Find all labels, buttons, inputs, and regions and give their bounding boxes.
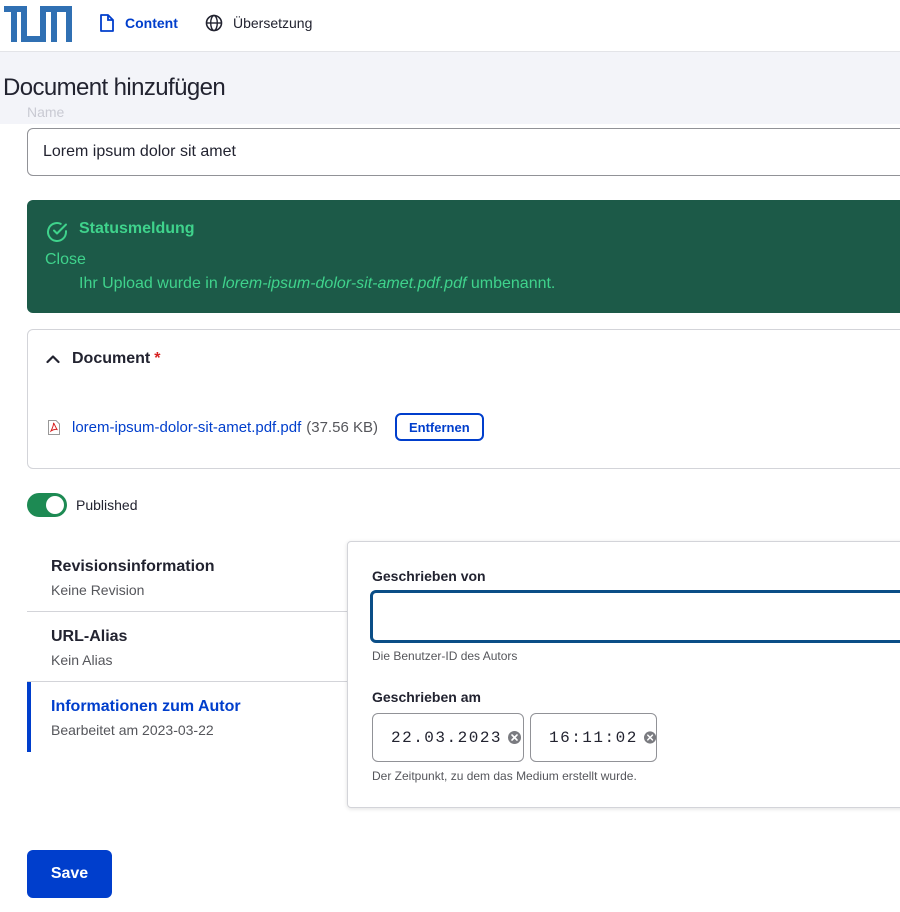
tab-author-information[interactable]: Informationen zum Autor Bearbeitet am 20… <box>27 682 348 752</box>
tab-summary: Keine Revision <box>51 582 145 598</box>
tab-title: Revisionsinformation <box>51 558 215 575</box>
written-on-description: Der Zeitpunkt, zu dem das Medium erstell… <box>372 769 637 783</box>
document-summary-toggle[interactable]: Document * <box>46 350 160 368</box>
name-input[interactable]: Lorem ipsum dolor sit amet <box>27 128 900 176</box>
top-toolbar: Content Übersetzung <box>0 0 900 52</box>
status-text-after: umbenannt. <box>466 275 556 292</box>
written-on-label: Geschrieben am <box>372 689 481 705</box>
written-by-label: Geschrieben von <box>372 568 486 584</box>
toolbar-translation-label: Übersetzung <box>233 15 313 31</box>
published-row: Published <box>27 493 138 517</box>
author-information-panel: Geschrieben von Die Benutzer-ID des Auto… <box>347 541 900 808</box>
pdf-file-icon <box>48 419 60 435</box>
tab-title: URL-Alias <box>51 628 128 645</box>
tum-logo[interactable] <box>4 6 72 42</box>
status-close-button[interactable]: Close <box>45 251 86 269</box>
status-filename: lorem-ipsum-dolor-sit-amet.pdf.pdf <box>222 275 467 292</box>
file-link[interactable]: lorem-ipsum-dolor-sit-amet.pdf.pdf <box>72 419 301 436</box>
status-text: Ihr Upload wurde in lorem-ipsum-dolor-si… <box>79 275 555 293</box>
date-value: 22.03.2023 <box>391 728 503 747</box>
tab-url-alias[interactable]: URL-Alias Kein Alias <box>27 612 348 682</box>
status-text-before: Ihr Upload wurde in <box>79 275 223 292</box>
tab-summary: Bearbeitet am 2023-03-22 <box>51 722 214 738</box>
published-toggle[interactable] <box>27 493 67 517</box>
name-field-label: Name <box>27 104 65 120</box>
status-message: Statusmeldung Close Ihr Upload wurde in … <box>27 200 900 313</box>
globe-icon <box>205 14 223 32</box>
date-input[interactable]: 22.03.2023 <box>372 713 524 762</box>
tab-title: Informationen zum Autor <box>51 698 241 715</box>
document-icon <box>100 14 114 32</box>
remove-button[interactable]: Entfernen <box>394 413 484 441</box>
page-title: Document hinzufügen <box>3 74 226 101</box>
toggle-knob <box>46 496 64 514</box>
file-size: (37.56 KB) <box>306 418 378 436</box>
save-button[interactable]: Save <box>27 850 112 898</box>
clear-time-icon[interactable] <box>643 731 656 744</box>
chevron-up-icon <box>46 355 60 364</box>
tab-revision-information[interactable]: Revisionsinformation Keine Revision <box>27 542 348 612</box>
toolbar-content-link[interactable]: Content <box>99 14 178 32</box>
required-marker: * <box>154 350 161 367</box>
toolbar-content-label: Content <box>125 15 178 31</box>
check-circle-icon <box>47 222 67 242</box>
written-by-input[interactable] <box>370 590 900 643</box>
document-label: Document <box>72 350 151 367</box>
published-label: Published <box>76 497 138 513</box>
clear-date-icon[interactable] <box>508 731 522 744</box>
tab-summary: Kein Alias <box>51 652 113 668</box>
time-value: 16:11:02 <box>549 728 638 747</box>
status-title: Statusmeldung <box>79 220 195 237</box>
document-details: Document * lorem-ipsum-dolor-sit-amet.pdf… <box>27 329 900 469</box>
toolbar-translation-link[interactable]: Übersetzung <box>205 14 312 32</box>
file-row: lorem-ipsum-dolor-sit-amet.pdf.pdf (37.5… <box>48 413 484 441</box>
written-by-description: Die Benutzer-ID des Autors <box>372 649 518 663</box>
time-input[interactable]: 16:11:02 <box>530 713 657 762</box>
